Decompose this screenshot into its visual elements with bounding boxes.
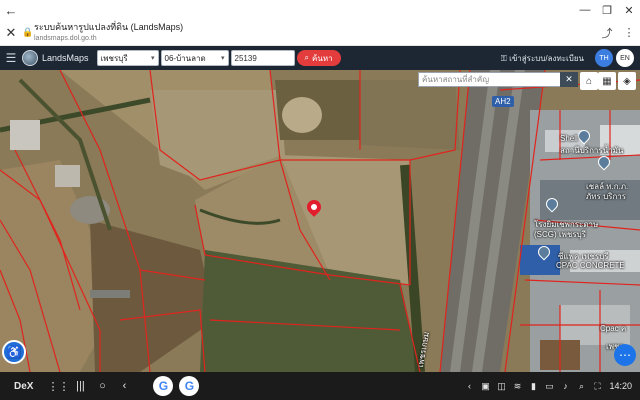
dex-logo[interactable]: DeX (14, 381, 33, 392)
dex-taskbar: DeX ⋮⋮ ||| ○ ‹ G G ‹ ▣ ◫ ≋ ▮ ▭ ♪ ⌕ ⛶ 14:… (0, 372, 640, 400)
chevron-down-icon: ▾ (221, 55, 225, 62)
search-button[interactable]: ⌕ ค้นหา (296, 50, 341, 66)
google-app-icon-2[interactable]: G (179, 376, 200, 396)
place-search-input[interactable]: ค้นหาสถานที่สำคัญ (418, 72, 578, 87)
back-arrow-icon[interactable]: ← (0, 3, 22, 18)
map-label-cpac2: Cpac ค (600, 324, 627, 333)
layers-icon[interactable]: ◈ (618, 72, 636, 90)
app-navbar: ☰ LandsMaps เพชรบุรี ▾ 06-บ้านลาด ▾ 25139 … (0, 46, 640, 70)
road-badge: AH2 (492, 96, 514, 107)
volume-icon[interactable]: ♪ (557, 381, 573, 391)
user-lock-icon: ⚿ (500, 53, 510, 63)
google-app-icon[interactable]: G (153, 376, 174, 396)
screen-capture-icon[interactable]: ⛶ (589, 381, 605, 392)
accessibility-icon[interactable]: ♿ (2, 340, 26, 364)
chevron-left-icon[interactable]: ‹ (461, 381, 477, 391)
brand-name: LandsMaps (42, 53, 89, 63)
signal-icon: ▮ (530, 380, 536, 391)
lang-en-button[interactable]: EN (616, 49, 634, 67)
map-label-petrol-sub: ภัทร บริการ (586, 192, 627, 201)
search-icon[interactable]: ⌕ (573, 381, 589, 392)
map-label-shell-sub: สถานีบริการน้ำมัน (560, 146, 624, 155)
map-label-shell: Shell (560, 134, 578, 143)
grid-icon[interactable]: ▦ (598, 72, 616, 90)
wifi-icon: ≋ (513, 380, 522, 391)
restore-icon[interactable]: ❐ (596, 4, 618, 17)
lang-th-button[interactable]: TH (595, 49, 613, 67)
window-title-bar: ← — ❐ ✕ (0, 0, 640, 20)
district-select[interactable]: 06-บ้านลาด ▾ (160, 50, 229, 66)
login-link[interactable]: ⚿ เข้าสู่ระบบ/ลงทะเบียน (501, 52, 584, 65)
close-tab-icon[interactable]: ✕ (0, 25, 22, 41)
map-label-scg-sub: (SCG) เพชรบุรี (534, 230, 586, 239)
tab-url: landsmaps.dol.go.th (34, 34, 97, 42)
minimize-icon[interactable]: — (574, 4, 596, 16)
province-select[interactable]: เพชรบุรี ▾ (96, 50, 159, 66)
tab-title: ระบบค้นหารูปแปลงที่ดิน (LandsMaps) (34, 21, 184, 32)
screenshot-icon[interactable]: ◫ (493, 381, 509, 392)
clear-search-icon[interactable]: ✕ (560, 72, 578, 87)
parcel-number-input[interactable]: 25139 (230, 50, 295, 66)
chevron-down-icon: ▾ (151, 55, 155, 62)
home-circle-icon[interactable]: ○ (91, 380, 113, 392)
home-icon[interactable]: ⌂ (580, 72, 598, 90)
recents-icon[interactable]: ||| (69, 380, 91, 392)
hamburger-menu-icon[interactable]: ☰ (0, 51, 22, 65)
close-window-icon[interactable]: ✕ (618, 4, 640, 17)
search-icon: ⌕ (304, 53, 310, 62)
lock-icon: 🔒 (22, 27, 34, 37)
more-menu-icon[interactable]: ⋮ (618, 26, 640, 39)
apps-grid-icon[interactable]: ⋮⋮ (47, 380, 69, 393)
landsmaps-logo (22, 50, 38, 66)
satellite-map[interactable]: ค้นหาสถานที่สำคัญ ✕ ⌂ ▦ ◈ AH2 Shell สถาน… (0, 70, 640, 372)
battery-icon: ▭ (545, 380, 554, 391)
more-options-fab-icon[interactable]: ⋯ (614, 344, 636, 366)
custom-tab-header: ✕ 🔒 ระบบค้นหารูปแปลงที่ดิน (LandsMaps) l… (0, 20, 640, 46)
clock: 14:20 (609, 381, 632, 391)
back-icon[interactable]: ‹ (113, 380, 135, 392)
map-label-cpac: CPAC CONCRETE (556, 261, 625, 270)
gallery-icon[interactable]: ▣ (477, 381, 493, 392)
share-icon[interactable]: ⤴ (596, 25, 618, 41)
